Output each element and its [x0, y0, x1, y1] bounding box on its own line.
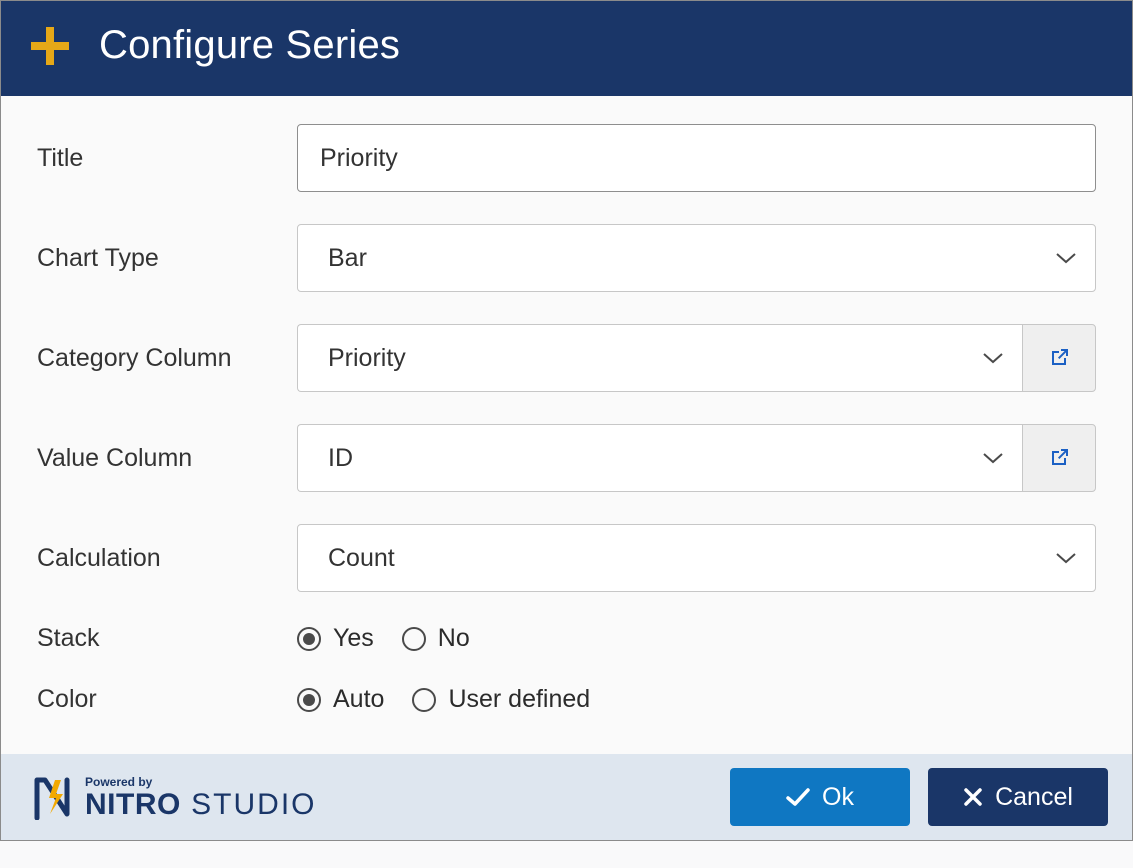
- stack-radio-no-label: No: [438, 624, 470, 653]
- chart-type-label: Chart Type: [37, 244, 297, 273]
- check-icon: [786, 787, 810, 807]
- plus-icon: [29, 25, 71, 67]
- stack-label: Stack: [37, 624, 297, 653]
- ok-button-label: Ok: [822, 783, 854, 812]
- stack-radio-no[interactable]: No: [402, 624, 470, 653]
- category-column-value: Priority: [328, 344, 406, 373]
- color-radio-user[interactable]: User defined: [412, 685, 590, 714]
- value-column-value: ID: [328, 444, 353, 473]
- dialog-title: Configure Series: [99, 23, 400, 68]
- chevron-down-icon: [982, 351, 1004, 365]
- chart-type-select[interactable]: Bar: [297, 224, 1096, 292]
- brand-name: NITRO STUDIO: [85, 790, 317, 820]
- color-radio-auto[interactable]: Auto: [297, 685, 384, 714]
- category-column-open-button[interactable]: [1022, 324, 1096, 392]
- open-external-icon: [1047, 346, 1071, 370]
- calculation-label: Calculation: [37, 544, 297, 573]
- title-input[interactable]: [297, 124, 1096, 192]
- configure-series-dialog: Configure Series Title Chart Type Bar Ca…: [0, 0, 1133, 841]
- chevron-down-icon: [982, 451, 1004, 465]
- value-column-open-button[interactable]: [1022, 424, 1096, 492]
- title-label: Title: [37, 144, 297, 173]
- chart-type-value: Bar: [328, 244, 367, 273]
- value-column-label: Value Column: [37, 444, 297, 473]
- chevron-down-icon: [1055, 551, 1077, 565]
- cancel-button[interactable]: Cancel: [928, 768, 1108, 826]
- category-column-select[interactable]: Priority: [297, 324, 1022, 392]
- color-radio-group: Auto User defined: [297, 685, 1096, 714]
- footer-actions: Ok Cancel: [730, 768, 1108, 826]
- close-icon: [963, 787, 983, 807]
- dialog-body: Title Chart Type Bar Category Column Pri…: [1, 96, 1132, 754]
- color-radio-auto-label: Auto: [333, 685, 384, 714]
- dialog-header: Configure Series: [1, 1, 1132, 96]
- value-column-select[interactable]: ID: [297, 424, 1022, 492]
- cancel-button-label: Cancel: [995, 783, 1073, 812]
- category-column-label: Category Column: [37, 344, 297, 373]
- stack-radio-yes[interactable]: Yes: [297, 624, 374, 653]
- ok-button[interactable]: Ok: [730, 768, 910, 826]
- dialog-footer: Powered by NITRO STUDIO Ok: [1, 754, 1132, 840]
- chevron-down-icon: [1055, 251, 1077, 265]
- nitro-logo-icon: [29, 774, 75, 820]
- powered-by-label: Powered by: [85, 776, 317, 788]
- color-radio-user-label: User defined: [448, 685, 590, 714]
- brand-logo: Powered by NITRO STUDIO: [29, 774, 317, 820]
- stack-radio-yes-label: Yes: [333, 624, 374, 653]
- calculation-value: Count: [328, 544, 395, 573]
- stack-radio-group: Yes No: [297, 624, 1096, 653]
- calculation-select[interactable]: Count: [297, 524, 1096, 592]
- open-external-icon: [1047, 446, 1071, 470]
- color-label: Color: [37, 685, 297, 714]
